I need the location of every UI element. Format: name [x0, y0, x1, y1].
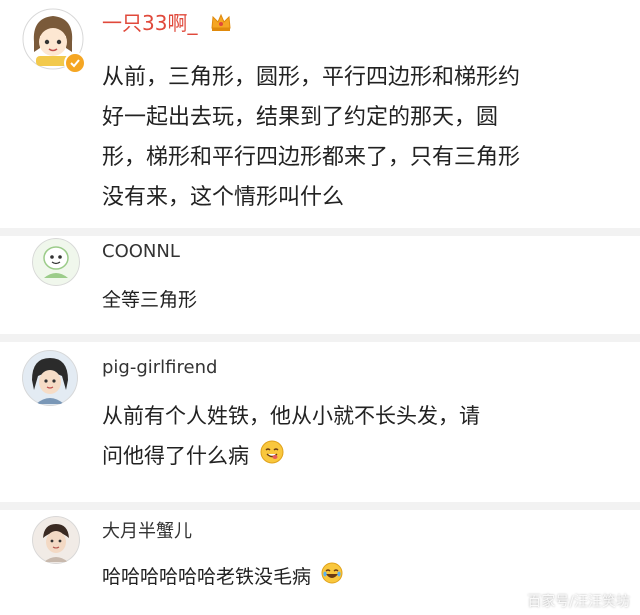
laughing-face-emoji	[321, 562, 343, 593]
comment-text-line: 全等三角形	[102, 289, 198, 311]
comment-item: pig-girlfirend 从前有个人姓铁，他从小就不长头发，请 问他得了什么…	[0, 342, 640, 502]
comment-text-segment: 哈哈哈哈哈哈老铁没毛病	[102, 566, 312, 588]
comment-text: 哈哈哈哈哈哈老铁没毛病	[102, 562, 343, 593]
watermark: 百家号/汪汪笑坊	[527, 594, 630, 610]
comment-text-line: 从前有个人姓铁，他从小就不长头发，请	[102, 404, 480, 428]
crown-icon	[210, 12, 232, 38]
divider	[0, 334, 640, 342]
girl-photo-avatar-icon	[22, 350, 78, 406]
boy-photo-avatar-icon	[32, 516, 80, 564]
post-username[interactable]: 一只33啊_	[102, 11, 197, 35]
comment-text-line: 问他得了什么病	[102, 436, 622, 477]
comment-text: 从前有个人姓铁，他从小就不长头发，请 问他得了什么病	[102, 396, 622, 477]
verified-badge-icon	[64, 52, 86, 74]
post-text-line: 从前，三角形，圆形，平行四边形和梯形约	[102, 65, 521, 90]
post-text-line: 没有来，这个情形叫什么	[102, 185, 345, 210]
avatar[interactable]	[22, 350, 78, 406]
yum-face-emoji	[260, 437, 284, 477]
avatar[interactable]	[32, 516, 80, 564]
comment-text: 全等三角形	[102, 286, 197, 314]
post-text-line: 形，梯形和平行四边形都来了，只有三角形	[102, 145, 521, 170]
comment-item: COONNL 全等三角形	[0, 236, 640, 334]
post-username-row: 一只33啊_	[102, 10, 232, 38]
avatar[interactable]	[32, 238, 80, 286]
comment-text-segment: 问他得了什么病	[102, 444, 249, 468]
divider	[0, 228, 640, 236]
cartoon-avatar-icon	[32, 238, 80, 286]
main-post: 一只33啊_ 从前，三角形，圆形，平行四边形和梯形约 好一起出去玩，结果到了约定…	[0, 0, 640, 228]
divider	[0, 502, 640, 510]
post-text: 从前，三角形，圆形，平行四边形和梯形约 好一起出去玩，结果到了约定的那天，圆 形…	[102, 58, 622, 218]
comment-username[interactable]: pig-girlfirend	[102, 356, 217, 380]
comment-username[interactable]: 大月半蟹儿	[102, 520, 192, 544]
comment-username[interactable]: COONNL	[102, 240, 180, 264]
post-text-line: 好一起出去玩，结果到了约定的那天，圆	[102, 105, 499, 130]
